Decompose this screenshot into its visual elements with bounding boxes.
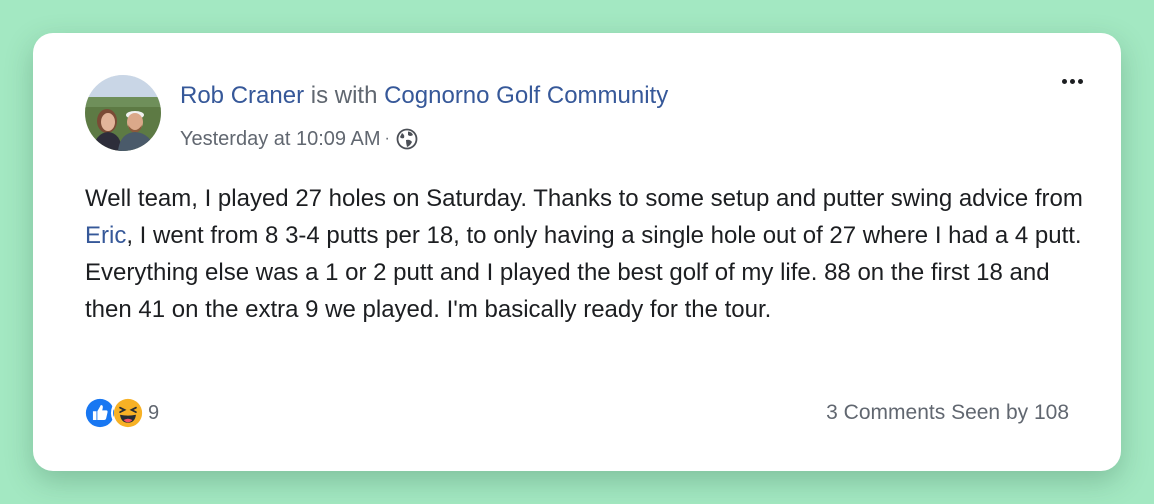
post-stats: 3 Comments Seen by 108 <box>826 401 1069 425</box>
group-link[interactable]: Cognorno Golf Community <box>384 82 668 109</box>
globe-icon[interactable] <box>396 128 418 150</box>
post-meta: Yesterday at 10:09 AM · <box>180 127 418 151</box>
seen-by-link[interactable]: Seen by 108 <box>951 401 1069 424</box>
post-timestamp[interactable]: Yesterday at 10:09 AM <box>180 127 381 151</box>
post-header: Rob Craner is with Cognorno Golf Communi… <box>180 81 668 111</box>
more-dot-icon <box>1061 78 1067 84</box>
avatar-photo <box>85 75 161 151</box>
more-options-button[interactable] <box>1057 71 1087 91</box>
reaction-count: 9 <box>148 401 160 424</box>
more-dot-icon <box>1069 78 1075 84</box>
meta-separator: · <box>384 130 390 147</box>
reactions-summary[interactable]: 9 <box>83 395 159 431</box>
mention-link[interactable]: Eric <box>85 222 126 249</box>
with-text: is with <box>310 82 378 109</box>
haha-icon <box>111 396 145 430</box>
author-avatar[interactable] <box>85 75 161 151</box>
author-name-link[interactable]: Rob Craner <box>180 82 304 109</box>
post-card: Rob Craner is with Cognorno Golf Communi… <box>33 33 1121 471</box>
post-body: Well team, I played 27 holes on Saturday… <box>85 180 1085 328</box>
more-dot-icon <box>1077 78 1083 84</box>
comments-count-link[interactable]: 3 Comments <box>826 401 945 424</box>
post-body-text: Well team, I played 27 holes on Saturday… <box>85 185 1083 212</box>
post-body-text-continued: , I went from 8 3-4 putts per 18, to onl… <box>85 222 1082 323</box>
